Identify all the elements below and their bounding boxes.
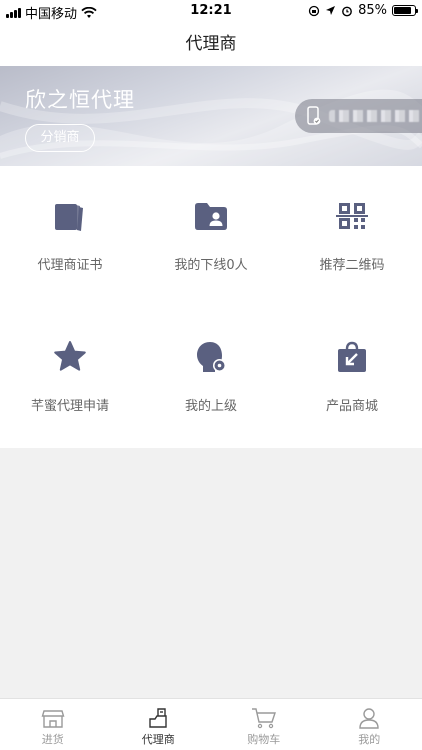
feature-label: 我的下线0人 <box>174 258 248 273</box>
certificate-icon <box>55 204 83 231</box>
battery-icon <box>392 5 418 16</box>
agent-name: 欣之恒代理 <box>25 88 135 112</box>
feature-mall[interactable]: 产品商城 <box>282 307 422 448</box>
alarm-icon <box>342 6 352 16</box>
feature-superior[interactable]: 我的上级 <box>141 307 281 448</box>
feature-label: 产品商城 <box>325 399 378 414</box>
feature-label: 芊蜜代理申请 <box>30 399 109 414</box>
feature-label: 推荐二维码 <box>319 258 385 273</box>
tab-purchase[interactable]: 进货 <box>0 699 106 750</box>
tab-label: 代理商 <box>141 733 175 746</box>
status-right: 85% <box>308 3 418 18</box>
cart-icon <box>251 708 276 729</box>
feature-label: 我的上级 <box>184 399 237 414</box>
tab-mine[interactable]: 我的 <box>317 699 422 750</box>
shopping-bag-icon <box>338 341 366 372</box>
tab-bar: 进货 代理商 购物车 我的 <box>0 698 422 750</box>
star-icon <box>54 341 86 371</box>
user-settings-icon <box>197 342 226 372</box>
distributor-badge: 分销商 <box>25 124 95 152</box>
profile-icon <box>359 708 379 729</box>
phone-verified-icon <box>307 106 321 125</box>
feature-downline[interactable]: 我的下线0人 <box>141 166 281 307</box>
store-icon <box>41 710 65 728</box>
battery-fill <box>394 7 411 14</box>
page-title: 代理商 <box>185 34 237 54</box>
feature-grid: 代理商证书 我的下线0人 推荐二维码 芊蜜代理申请 我的上级 产品商城 <box>0 166 422 448</box>
status-bar: 中国移动 12:21 85% <box>0 0 422 22</box>
agent-icon <box>149 708 167 728</box>
battery-percent: 85% <box>358 3 387 18</box>
phone-number-masked <box>329 110 421 122</box>
feature-certificate[interactable]: 代理商证书 <box>0 166 140 307</box>
tab-label: 我的 <box>358 733 381 746</box>
tab-label: 进货 <box>41 733 64 746</box>
lock-rotation-icon <box>308 5 320 16</box>
qrcode-icon <box>336 203 368 229</box>
tab-agent[interactable]: 代理商 <box>106 699 212 750</box>
feature-agent-apply[interactable]: 芊蜜代理申请 <box>0 307 140 448</box>
tab-label: 购物车 <box>247 733 281 746</box>
feature-qrcode[interactable]: 推荐二维码 <box>282 166 422 307</box>
nav-bar: 代理商 <box>0 22 422 66</box>
location-icon <box>326 6 336 15</box>
tab-cart[interactable]: 购物车 <box>211 699 317 750</box>
user-folder-icon <box>195 203 227 230</box>
feature-label: 代理商证书 <box>37 258 103 273</box>
phone-pill[interactable] <box>295 99 422 133</box>
agent-banner: 欣之恒代理 分销商 <box>0 66 422 166</box>
